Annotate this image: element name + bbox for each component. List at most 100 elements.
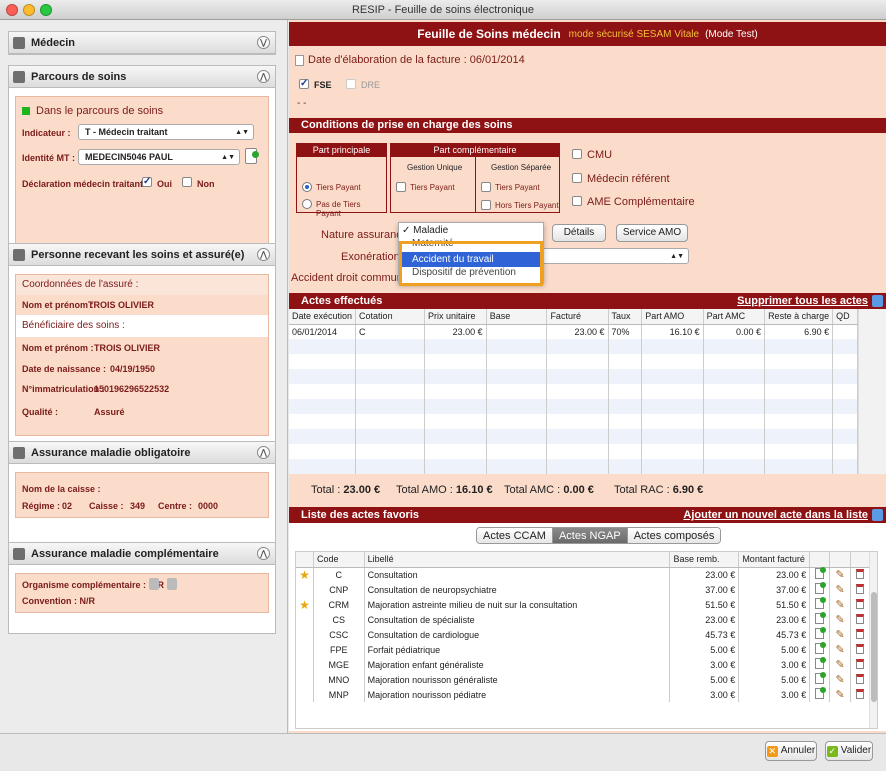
actes-col-header[interactable]: Taux — [608, 309, 643, 325]
exoneration-select[interactable]: ▲▼ — [539, 248, 689, 264]
search-add-icon[interactable] — [872, 509, 883, 521]
tiers-payant-gu-checkbox[interactable] — [396, 182, 406, 192]
delete-doc-icon[interactable] — [850, 687, 872, 702]
favorite-star-icon[interactable] — [296, 612, 314, 627]
favorite-star-icon[interactable] — [296, 642, 314, 657]
actes-col-header[interactable]: Cotation — [355, 309, 425, 325]
collapse-chevron-icon[interactable]: ⋀ — [257, 70, 270, 83]
hors-tiers-payant-checkbox[interactable] — [481, 200, 491, 210]
actes-row[interactable] — [289, 384, 858, 399]
actes-col-header[interactable]: Date exécution — [289, 309, 357, 325]
indicateur-select[interactable]: T - Médecin traitant ▲▼ — [78, 124, 254, 140]
delete-doc-icon[interactable] — [850, 642, 872, 657]
medecin-panel-header[interactable]: Médecin ⋁ — [9, 32, 275, 54]
personne-panel-header[interactable]: Personne recevant les soins et assuré(e)… — [9, 244, 275, 266]
actes-row[interactable]: 06/01/2014 C 23.00 €23.00 €70% 16.10 €0.00 … — [289, 324, 858, 339]
identite-select[interactable]: MEDECIN5046 PAUL ▲▼ — [78, 149, 240, 165]
add-to-feuille-icon[interactable] — [809, 582, 831, 597]
actes-row[interactable] — [289, 414, 858, 429]
delete-doc-icon[interactable] — [850, 612, 872, 627]
amo-panel-header[interactable]: Assurance maladie obligatoire ⋀ — [9, 442, 275, 464]
actes-col-header[interactable]: Base — [486, 309, 548, 325]
close-window-button[interactable] — [6, 4, 18, 16]
edit-pencil-icon[interactable]: ✎ — [829, 642, 851, 657]
favorite-star-icon[interactable]: ★ — [296, 567, 314, 582]
edit-pencil-icon[interactable]: ✎ — [829, 627, 851, 642]
details-button[interactable]: Détails — [552, 224, 606, 242]
delete-doc-icon[interactable] — [850, 672, 872, 687]
add-to-feuille-icon[interactable] — [809, 687, 831, 702]
delete-doc-icon[interactable] — [850, 627, 872, 642]
edit-pencil-icon[interactable]: ✎ — [829, 672, 851, 687]
edit-pencil-icon[interactable]: ✎ — [829, 657, 851, 672]
collapse-chevron-icon[interactable]: ⋀ — [257, 547, 270, 560]
favoris-scrollbar[interactable] — [869, 552, 877, 728]
favorite-star-icon[interactable] — [296, 672, 314, 687]
add-to-feuille-icon[interactable] — [809, 612, 831, 627]
supprimer-actes-link[interactable]: Supprimer tous les actes — [737, 293, 868, 309]
edit-pencil-icon[interactable]: ✎ — [829, 597, 851, 612]
tiers-payant-gs-checkbox[interactable] — [481, 182, 491, 192]
favoris-row[interactable]: ★ C Consultation 23.00 €23.00 € ✎ — [296, 567, 872, 582]
actes-row[interactable] — [289, 369, 858, 384]
favoris-row[interactable]: CNP Consultation de neuropsychiatre 37.00 … — [296, 582, 872, 597]
add-mt-icon[interactable] — [245, 148, 259, 164]
valider-button[interactable]: ✓ Valider — [825, 741, 873, 761]
delete-doc-icon[interactable] — [850, 657, 872, 672]
favoris-row[interactable]: CSC Consultation de cardiologue 45.73 €45.… — [296, 627, 872, 642]
actes-col-header[interactable]: Reste à charge — [764, 309, 834, 325]
favoris-row[interactable]: CS Consultation de spécialiste 23.00 €23.0… — [296, 612, 872, 627]
dre-checkbox[interactable] — [346, 79, 356, 89]
add-to-feuille-icon[interactable] — [809, 657, 831, 672]
ame-checkbox[interactable] — [572, 196, 582, 206]
favorite-star-icon[interactable] — [296, 582, 314, 597]
actes-row[interactable] — [289, 339, 858, 354]
tab-actes-ccam[interactable]: Actes CCAM — [477, 528, 553, 543]
tab-actes-composes[interactable]: Actes composés — [627, 528, 721, 543]
non-checkbox[interactable] — [182, 177, 192, 187]
add-to-feuille-icon[interactable] — [809, 567, 831, 582]
favoris-row[interactable]: MNO Majoration nourisson généraliste 5.00 … — [296, 672, 872, 687]
actes-row[interactable] — [289, 459, 858, 474]
service-amo-button[interactable]: Service AMO — [616, 224, 688, 242]
fse-checkbox[interactable]: ✓ — [299, 79, 309, 89]
favoris-row[interactable]: FPE Forfait pédiatrique 5.00 €5.00 € ✎ — [296, 642, 872, 657]
favoris-row[interactable]: MNP Majoration nourisson pédiatre 3.00 €3.… — [296, 687, 872, 702]
actes-row[interactable] — [289, 354, 858, 369]
favoris-row[interactable]: ★ CRM Majoration astreinte milieu de nuit … — [296, 597, 872, 612]
annuler-button[interactable]: ✕ Annuler — [765, 741, 817, 761]
actes-row[interactable] — [289, 429, 858, 444]
add-to-feuille-icon[interactable] — [809, 627, 831, 642]
delete-doc-icon[interactable] — [850, 597, 872, 612]
favorite-star-icon[interactable] — [296, 687, 314, 702]
actes-col-header[interactable]: Part AMC — [703, 309, 766, 325]
expand-chevron-icon[interactable]: ⋁ — [257, 36, 270, 49]
add-to-feuille-icon[interactable] — [809, 672, 831, 687]
actes-col-header[interactable]: Prix unitaire — [424, 309, 487, 325]
add-to-feuille-icon[interactable] — [809, 597, 831, 612]
favoris-row[interactable]: MGE Majoration enfant généraliste 3.00 €3.… — [296, 657, 872, 672]
actes-col-header[interactable]: QD — [832, 309, 858, 325]
actes-col-header[interactable]: Part AMO — [641, 309, 704, 325]
edit-pencil-icon[interactable]: ✎ — [829, 582, 851, 597]
ajouter-acte-link[interactable]: Ajouter un nouvel acte dans la liste — [683, 507, 868, 523]
favorite-star-icon[interactable]: ★ — [296, 597, 314, 612]
organisme-button-1[interactable] — [149, 578, 159, 590]
actes-scrollbar[interactable] — [858, 309, 886, 474]
medecin-referent-checkbox[interactable] — [572, 173, 582, 183]
parcours-panel-header[interactable]: Parcours de soins ⋀ — [9, 66, 275, 88]
collapse-chevron-icon[interactable]: ⋀ — [257, 446, 270, 459]
actes-col-header[interactable]: Facturé — [546, 309, 609, 325]
zoom-window-button[interactable] — [40, 4, 52, 16]
organisme-button-2[interactable] — [167, 578, 177, 590]
amc-panel-header[interactable]: Assurance maladie complémentaire ⋀ — [9, 543, 275, 565]
collapse-chevron-icon[interactable]: ⋀ — [257, 248, 270, 261]
edit-pencil-icon[interactable]: ✎ — [829, 567, 851, 582]
delete-doc-icon[interactable] — [850, 582, 872, 597]
trash-icon[interactable] — [872, 295, 883, 307]
scrollbar-thumb[interactable] — [871, 592, 877, 702]
minimize-window-button[interactable] — [23, 4, 35, 16]
edit-pencil-icon[interactable]: ✎ — [829, 612, 851, 627]
favorite-star-icon[interactable] — [296, 657, 314, 672]
edit-pencil-icon[interactable]: ✎ — [829, 687, 851, 702]
